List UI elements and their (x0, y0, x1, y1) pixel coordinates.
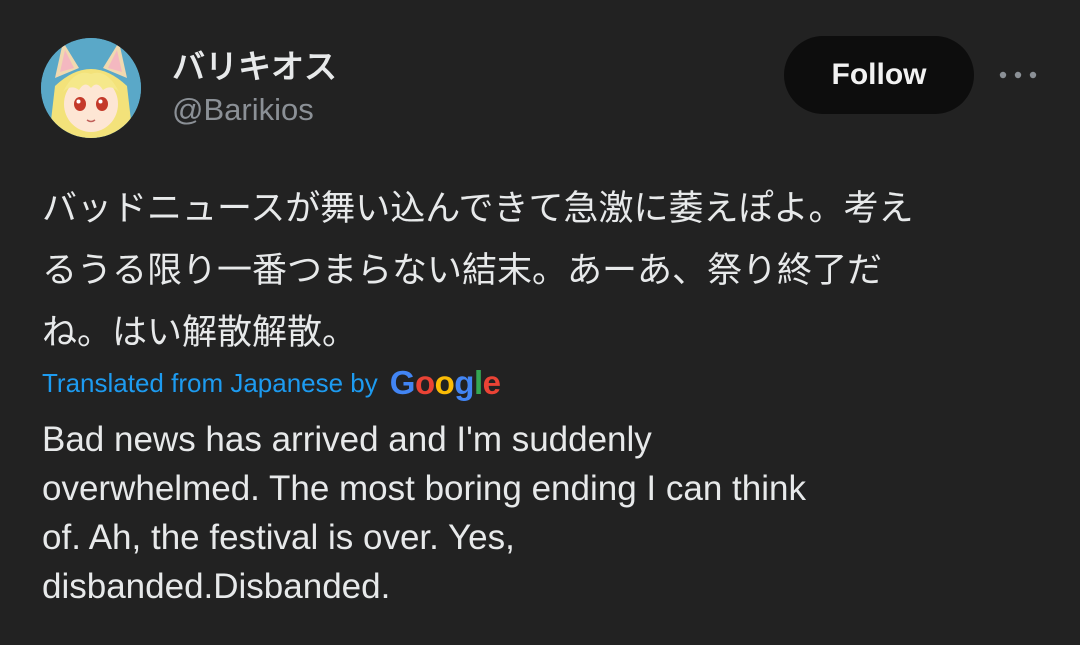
translated-tweet-text: Bad news has arrived and I'm suddenly ov… (42, 415, 1042, 611)
google-logo: Google (389, 364, 501, 401)
tweet-text-line: るうる限り一番つまらない結末。あーあ、祭り終了だ (42, 251, 883, 291)
anime-character-avatar-icon (41, 38, 141, 138)
tweet-text: バッドニュースが舞い込んできて急激に萎えぽよ。考え るうる限り一番つまらない結末… (42, 178, 1042, 364)
tweet-text-line: バッドニュースが舞い込んできて急激に萎えぽよ。考え (42, 189, 914, 229)
translated-text-line: of. Ah, the festival is over. Yes, (42, 518, 515, 557)
tweet-text-line: ね。はい解散解散。 (42, 313, 358, 353)
translated-text-line: overwhelmed. The most boring ending I ca… (42, 469, 806, 508)
translated-from-label[interactable]: Translated from Japanese by (42, 368, 378, 399)
translation-attribution[interactable]: Translated from Japanese by Google (42, 363, 501, 403)
follow-button[interactable]: Follow (784, 36, 974, 114)
translated-text-line: disbanded.Disbanded. (42, 567, 391, 606)
more-options-button[interactable] (997, 58, 1039, 92)
more-options-icon (999, 71, 1037, 79)
author-display-name[interactable]: バリキオス (172, 40, 337, 88)
translated-text-line: Bad news has arrived and I'm suddenly (42, 420, 652, 459)
author-avatar[interactable] (41, 38, 141, 138)
author-handle[interactable]: @Barikios (172, 92, 314, 128)
